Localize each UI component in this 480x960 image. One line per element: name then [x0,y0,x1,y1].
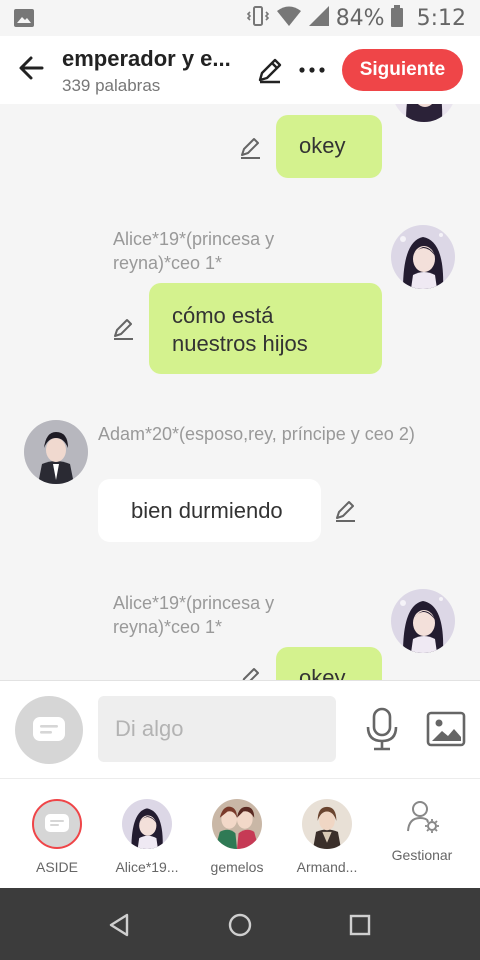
manage-characters-button[interactable]: Gestionar [377,799,467,883]
character-label: Gestionar [391,847,453,863]
square-recents-icon [349,914,371,936]
avatar-gemelos [212,799,262,849]
signal-icon [308,5,330,32]
character-strip: ASIDE Alice*19... gemelos Armand... Gest… [0,778,480,888]
avatar-armand [302,799,352,849]
image-icon [426,711,466,747]
app-header: emperador y e... 339 palabras Siguiente [0,36,480,104]
message-bubble[interactable]: okey [276,647,382,680]
circle-home-icon [228,913,252,937]
person-gear-icon [405,799,441,835]
chat-bubble-icon [33,717,65,741]
character-label: Alice*19... [115,859,179,875]
character-label: gemelos [210,859,264,875]
system-navigation-bar [0,888,480,960]
chat-area[interactable]: okey Alice*19*(princesa y reyna)*ceo 1* … [0,104,480,680]
clock: 5:12 [416,5,466,31]
character-alice[interactable]: Alice*19... [102,799,192,883]
next-button[interactable]: Siguiente [342,49,463,91]
pencil-icon [258,58,282,84]
sender-name: Adam*20*(esposo,rey, príncipe y ceo 2) [98,424,415,444]
chat-bubble-icon [45,814,69,832]
word-count: 339 palabras [62,76,161,95]
more-dots-icon [299,67,325,73]
nav-back-button[interactable] [105,910,135,940]
image-button[interactable] [426,711,466,747]
message-bubble[interactable]: cómo está nuestros hijos [149,283,382,374]
character-label: ASIDE [35,859,78,875]
edit-message-pencil-icon[interactable] [111,315,137,341]
avatar-adam[interactable] [24,420,88,484]
gallery-notification-icon [14,9,34,32]
sender-name: Alice*19*(princesa y reyna)*ceo 1* [113,229,275,273]
title-block: emperador y e... 339 palabras [62,46,242,96]
vibrate-icon [246,4,270,33]
triangle-back-icon [109,913,129,937]
character-label: Armand... [296,859,358,875]
avatar-alice[interactable] [391,225,455,289]
composer-bar [0,680,480,778]
battery-icon [390,4,403,32]
avatar-alice[interactable] [391,589,455,653]
battery-percent: 84% [335,5,385,31]
wifi-icon [276,5,302,32]
microphone-icon [366,707,398,751]
message-input[interactable] [98,696,336,762]
nav-recents-button[interactable] [345,910,375,940]
more-options-button[interactable] [296,54,328,86]
avatar-alice[interactable] [392,104,456,122]
edit-message-pencil-icon[interactable] [238,664,264,680]
character-aside[interactable]: ASIDE [12,799,102,883]
status-bar: 84% 5:12 [0,0,480,36]
edit-button[interactable] [254,54,286,86]
edit-message-pencil-icon[interactable] [333,497,359,523]
sender-name: Alice*19*(princesa y reyna)*ceo 1* [113,593,275,637]
narration-toggle-button[interactable] [15,696,83,764]
nav-home-button[interactable] [225,910,255,940]
status-icons: 84% 5:12 [246,4,466,32]
avatar-alice [122,799,172,849]
edit-message-pencil-icon[interactable] [238,134,264,160]
message-bubble[interactable]: bien durmiendo [98,479,321,542]
message-bubble[interactable]: okey [276,115,382,178]
back-button[interactable] [14,50,50,86]
character-gemelos[interactable]: gemelos [192,799,282,883]
arrow-left-icon [19,56,44,80]
aside-avatar [32,799,82,849]
microphone-button[interactable] [364,707,400,751]
character-armand[interactable]: Armand... [282,799,372,883]
story-title: emperador y e... [62,46,231,71]
